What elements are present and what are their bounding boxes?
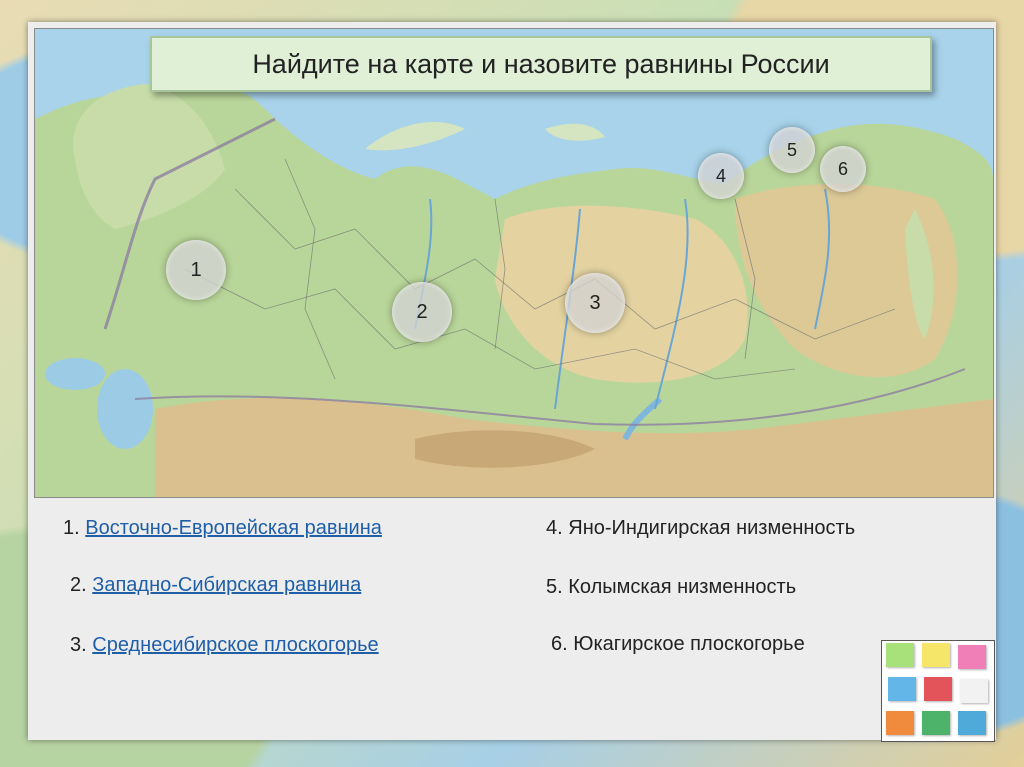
item-link[interactable]: Среднесибирское плоскогорье	[92, 634, 378, 656]
item-text: Колымская низменность	[568, 576, 797, 598]
map-marker-2[interactable]: 2	[392, 282, 452, 342]
map-marker-1[interactable]: 1	[166, 240, 226, 300]
sticker-blue	[888, 677, 916, 701]
map-marker-4[interactable]: 4	[698, 153, 744, 199]
map-marker-6[interactable]: 6	[820, 146, 866, 192]
list-item-2: 2. Западно-Сибирская равнина	[70, 574, 361, 597]
item-number: 3.	[70, 634, 87, 656]
sticker-green	[886, 643, 914, 667]
slide-title: Найдите на карте и назовите равнины Росс…	[150, 36, 932, 92]
sticky-notes-thumbnail[interactable]	[881, 640, 995, 742]
list-item-5: 5. Колымская низменность	[546, 576, 796, 599]
item-text: Яно-Индигирская низменность	[568, 517, 856, 539]
sticker-white	[960, 679, 988, 703]
list-item-1: 1. Восточно-Европейская равнина	[63, 517, 382, 540]
list-item-6: 6. Юкагирское плоскогорье	[551, 633, 805, 656]
item-number: 4.	[546, 517, 563, 539]
item-number: 6.	[551, 633, 568, 655]
list-item-3: 3. Среднесибирское плоскогорье	[70, 634, 379, 657]
item-link[interactable]: Западно-Сибирская равнина	[92, 574, 361, 596]
sticker-lightblue	[958, 711, 986, 735]
sticker-red	[924, 677, 952, 701]
sticker-yellow	[922, 643, 950, 667]
list-item-4: 4. Яно-Индигирская низменность	[546, 517, 855, 540]
sticker-orange	[886, 711, 914, 735]
item-link[interactable]: Восточно-Европейская равнина	[85, 517, 382, 539]
item-number: 2.	[70, 574, 87, 596]
item-number: 5.	[546, 576, 563, 598]
map-marker-5[interactable]: 5	[769, 127, 815, 173]
sticker-pink	[958, 645, 986, 669]
map-marker-3[interactable]: 3	[565, 273, 625, 333]
item-number: 1.	[63, 517, 80, 539]
sticker-darkgreen	[922, 711, 950, 735]
item-text: Юкагирское плоскогорье	[573, 633, 805, 655]
